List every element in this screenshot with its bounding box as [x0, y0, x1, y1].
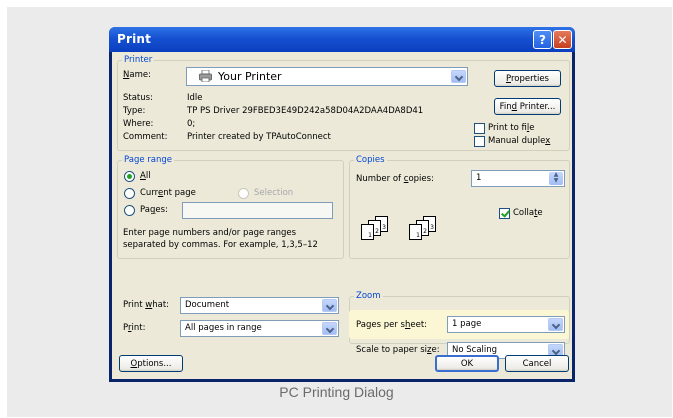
selection-radio[interactable] — [238, 188, 249, 199]
manual-duplex-label: Manual duplex — [488, 136, 551, 146]
zoom-legend: Zoom — [356, 291, 381, 301]
find-printer-button[interactable]: Find Printer... — [494, 98, 561, 115]
print-dialog: Print ? ✕ Printer Name: Your Printer Pro… — [109, 27, 575, 382]
pages-per-sheet-label: Pages per sheet: — [356, 320, 428, 330]
chevron-down-icon[interactable] — [322, 322, 337, 335]
where-value: 0; — [187, 119, 196, 129]
pages-radio[interactable] — [124, 205, 135, 216]
page-range-legend: Page range — [124, 155, 172, 165]
comment-value: Printer created by TPAutoConnect — [187, 132, 331, 142]
print-label: Print: — [123, 323, 146, 333]
print-value: All pages in range — [185, 323, 262, 333]
comment-label: Comment: — [123, 132, 168, 142]
where-label: Where: — [123, 119, 154, 129]
chevron-down-icon[interactable] — [451, 70, 466, 83]
chevron-down-icon[interactable] — [548, 318, 563, 331]
selection-label: Selection — [254, 188, 294, 198]
print-what-select[interactable]: Document — [180, 297, 339, 314]
figure-caption: PC Printing Dialog — [279, 384, 394, 400]
status-value: Idle — [187, 93, 203, 103]
scale-to-paper-size-value: No Scaling — [452, 345, 498, 355]
pages-per-sheet-value: 1 page — [452, 319, 482, 329]
pages-label: Pages: — [140, 205, 168, 215]
pages-per-sheet-select[interactable]: 1 page — [447, 316, 565, 333]
properties-button[interactable]: Properties — [494, 70, 561, 87]
all-label: All — [140, 171, 151, 181]
window-title: Print — [117, 32, 152, 46]
number-of-copies-value: 1 — [476, 173, 482, 183]
current-page-radio[interactable] — [124, 188, 135, 199]
status-label: Status: — [123, 93, 153, 103]
print-what-value: Document — [185, 300, 230, 310]
current-page-label: Current page — [140, 188, 196, 198]
pages-input[interactable] — [182, 202, 333, 219]
scale-to-paper-size-label: Scale to paper size: — [356, 345, 440, 355]
print-to-file-label: Print to file — [488, 123, 535, 133]
title-bar[interactable]: Print ? ✕ — [109, 27, 575, 52]
number-of-copies-label: Number of copies: — [356, 174, 434, 184]
type-value: TP PS Driver 29FBED3E49D242a58D04A2DAA4D… — [187, 106, 424, 116]
manual-duplex-checkbox[interactable] — [474, 136, 485, 147]
close-icon: ✕ — [557, 33, 568, 47]
question-icon: ? — [539, 33, 546, 47]
number-of-copies-spinner[interactable]: 1 ▲ ▼ — [471, 170, 565, 187]
help-button[interactable]: ? — [533, 30, 552, 49]
collate-label: Collate — [513, 208, 543, 218]
all-radio[interactable] — [124, 171, 135, 182]
type-label: Type: — [123, 106, 146, 116]
options-button[interactable]: Options... — [119, 355, 183, 372]
print-to-file-checkbox[interactable] — [474, 123, 485, 134]
chevron-down-icon[interactable] — [322, 299, 337, 312]
dialog-body: Printer Name: Your Printer Properties St… — [112, 52, 572, 379]
cancel-button[interactable]: Cancel — [505, 355, 569, 372]
print-select[interactable]: All pages in range — [180, 320, 339, 337]
page-range-hint: Enter page numbers and/or page ranges se… — [123, 228, 318, 250]
printer-name-select[interactable]: Your Printer — [186, 67, 468, 86]
name-label: Name: — [123, 70, 151, 80]
close-button[interactable]: ✕ — [553, 30, 572, 49]
printer-icon — [199, 69, 212, 83]
collate-illustration-icon: 3 2 1 3 2 1 — [361, 216, 436, 254]
printer-legend: Printer — [124, 55, 153, 65]
collate-checkbox[interactable] — [499, 208, 510, 219]
print-what-label: Print what: — [123, 300, 170, 310]
copies-legend: Copies — [356, 155, 385, 165]
printer-name-value: Your Printer — [218, 70, 282, 83]
ok-button[interactable]: OK — [435, 355, 499, 372]
spinner-arrows-icon[interactable]: ▲ ▼ — [549, 172, 563, 185]
